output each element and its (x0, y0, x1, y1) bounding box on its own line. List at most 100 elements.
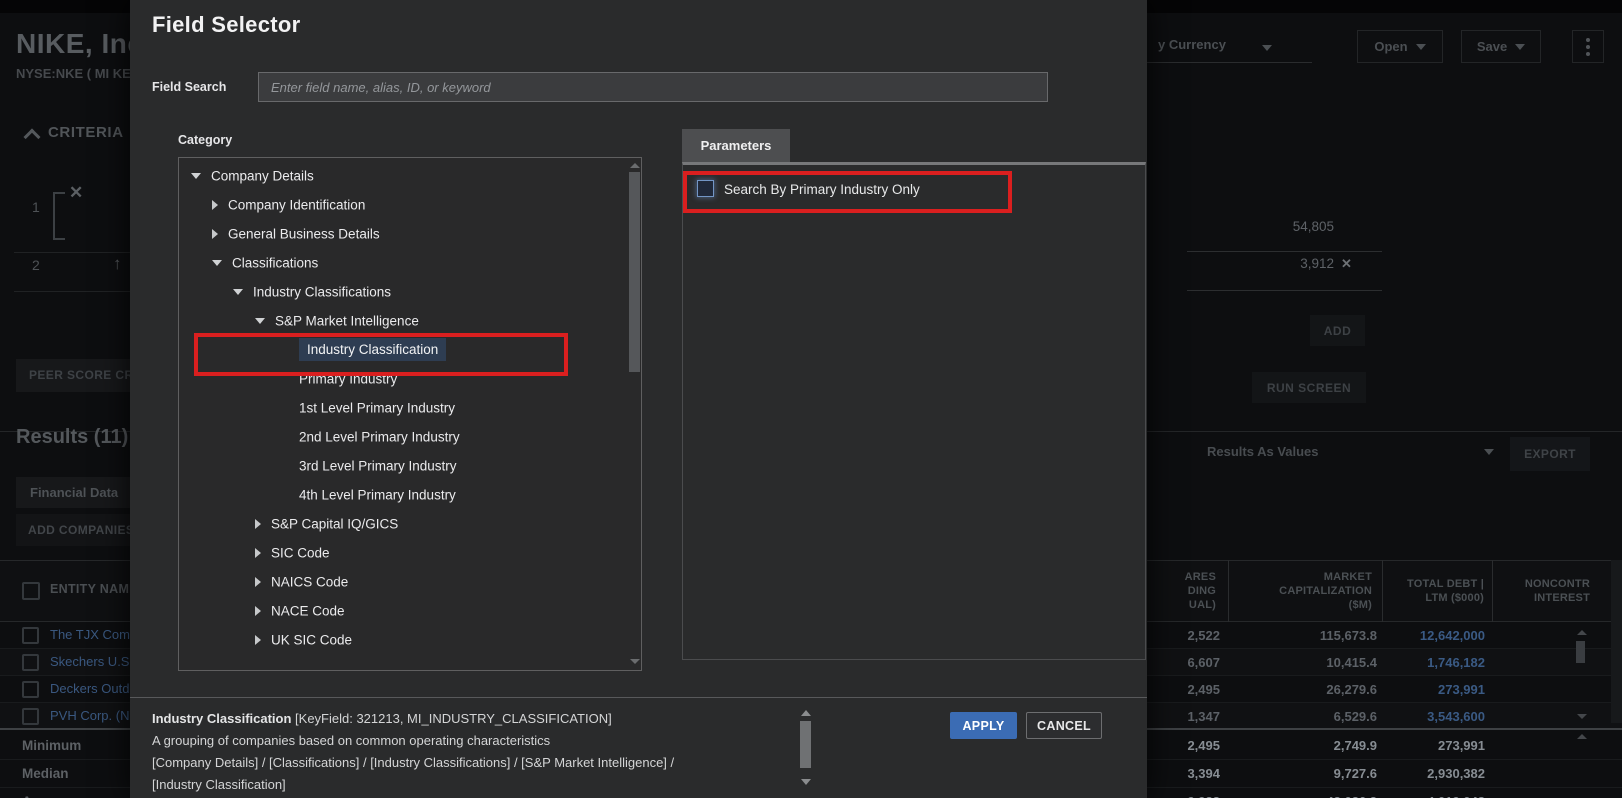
field-description-title-line: Industry Classification [KeyField: 32121… (152, 711, 612, 726)
criteria-row-number: 2 (32, 257, 40, 273)
column-divider (1382, 560, 1383, 622)
tree-item[interactable]: General Business Details (179, 219, 641, 248)
field-description-summary: A grouping of companies based on common … (152, 733, 551, 748)
cell-shares: 2,522 (1187, 628, 1220, 643)
scroll-up-icon[interactable] (801, 710, 811, 716)
tree-item[interactable]: Company Details (179, 161, 641, 190)
chevron-down-icon (212, 259, 222, 266)
tree-item[interactable]: 1st Level Primary Industry (179, 393, 641, 422)
chevron-down-icon[interactable] (1484, 449, 1494, 455)
entity-link[interactable]: The TJX Comp (50, 627, 130, 642)
tree-item[interactable]: 4th Level Primary Industry (179, 480, 641, 509)
tree-scrollbar-thumb[interactable] (629, 172, 640, 372)
tree-item[interactable]: Industry Classifications (179, 277, 641, 306)
market-capitalization-column-header[interactable]: MARKET CAPITALIZATION ($M) (1238, 570, 1372, 612)
row-checkbox[interactable] (22, 654, 39, 671)
divider (1187, 251, 1382, 252)
window-scrollbar[interactable] (1611, 560, 1622, 723)
tree-item[interactable]: UK SIC Code (179, 625, 641, 654)
chevron-down-icon (1515, 43, 1526, 50)
divider (1187, 290, 1382, 291)
description-scrollbar-thumb[interactable] (800, 721, 811, 768)
apply-button[interactable]: APPLY (950, 712, 1017, 739)
tree-item[interactable]: Classifications (179, 248, 641, 277)
cell-total-debt[interactable]: 12,642,000 (1360, 628, 1485, 643)
results-count-title: Results (11) (16, 426, 129, 448)
field-description-path: [Company Details] / [Classifications] / … (152, 755, 675, 770)
noncontrolling-interest-column-header[interactable]: NONCONTR INTEREST (1500, 577, 1590, 605)
scroll-up-icon[interactable] (1577, 630, 1587, 635)
add-button[interactable]: ADD (1310, 315, 1365, 346)
run-screen-button[interactable]: RUN SCREEN (1252, 372, 1366, 403)
summary-label: Median (22, 766, 69, 781)
tab-parameters[interactable]: Parameters (682, 129, 790, 162)
tree-item[interactable]: 3rd Level Primary Industry (179, 451, 641, 480)
cell-market-cap: 115,673.8 (1319, 628, 1377, 643)
row-checkbox[interactable] (22, 708, 39, 725)
currency-dropdown-underline (1120, 62, 1312, 63)
chevron-down-icon (255, 317, 265, 324)
tree-item[interactable]: 2nd Level Primary Industry (179, 422, 641, 451)
cell-total-debt[interactable]: 1,746,182 (1360, 655, 1485, 670)
field-description: Industry Classification [KeyField: 32121… (152, 708, 782, 796)
open-button[interactable]: Open (1357, 30, 1443, 63)
open-button-label: Open (1374, 39, 1408, 54)
summary-label: Average (22, 794, 75, 798)
tree-item[interactable]: NAICS Code (179, 567, 641, 596)
entity-link[interactable]: Deckers Outd (50, 681, 130, 696)
scroll-down-icon[interactable] (1577, 714, 1587, 719)
column-divider (1228, 560, 1229, 622)
cancel-button[interactable]: CANCEL (1026, 712, 1102, 739)
kebab-icon (1586, 37, 1590, 42)
scroll-up-icon[interactable] (1577, 734, 1587, 739)
dialog-title: Field Selector (152, 12, 301, 37)
save-button-label: Save (1476, 39, 1508, 54)
cell-shares: 6,607 (1187, 655, 1220, 670)
chevron-right-icon (255, 518, 261, 529)
cell-shares: 1,347 (1187, 709, 1220, 724)
chevron-right-icon (212, 228, 218, 239)
criteria-row-number: 1 (32, 199, 40, 215)
table-scrollbar-thumb[interactable] (1576, 641, 1585, 663)
move-up-icon[interactable]: ↑ (113, 254, 122, 274)
entity-link[interactable]: Skechers U.S. (50, 654, 130, 669)
summary-label: Minimum (22, 738, 82, 753)
cell-market-cap: 10,415.4 (1326, 655, 1377, 670)
results-view-mode-dropdown[interactable]: Results As Values (1207, 444, 1319, 459)
company-ticker: NYSE:NKE ( MI KE (16, 66, 131, 81)
total-debt-column-header[interactable]: TOTAL DEBT | LTM ($000) (1390, 577, 1484, 605)
tree-item[interactable]: Company Identification (179, 190, 641, 219)
export-button[interactable]: EXPORT (1510, 437, 1590, 471)
field-search-label: Field Search (152, 80, 227, 94)
row-checkbox[interactable] (22, 681, 39, 698)
parameters-panel: Search By Primary Industry Only (682, 162, 1146, 660)
row-checkbox[interactable] (22, 627, 39, 644)
close-icon[interactable]: ✕ (69, 183, 83, 203)
tree-item[interactable]: NACE Code (179, 596, 641, 625)
shares-outstanding-column-header[interactable]: ARES DING UAL) (1150, 570, 1216, 612)
chevron-down-icon[interactable] (1262, 45, 1272, 51)
remove-criteria-icon[interactable]: ✕ (1341, 256, 1352, 272)
criteria-section-header[interactable]: CRITERIA (48, 124, 124, 141)
chevron-down-icon (191, 172, 201, 179)
tree-item[interactable]: S&P Capital IQ/GICS (179, 509, 641, 538)
cell-total-debt[interactable]: 3,543,600 (1360, 709, 1485, 724)
field-search-input[interactable] (258, 72, 1048, 102)
tree-item[interactable]: SIC Code (179, 538, 641, 567)
cell-total-debt[interactable]: 273,991 (1360, 682, 1485, 697)
category-tree: Company Details Company Identification G… (178, 157, 642, 671)
column-divider (1492, 560, 1493, 622)
chevron-right-icon (255, 547, 261, 558)
tree-item[interactable]: S&P Market Intelligence (179, 306, 641, 335)
currency-dropdown-label[interactable]: y Currency (1158, 37, 1226, 52)
field-description-path: [Industry Classification] (152, 777, 286, 792)
scroll-up-icon[interactable] (630, 163, 640, 168)
save-button[interactable]: Save (1461, 30, 1541, 63)
chevron-up-icon[interactable] (23, 128, 41, 146)
more-options-button[interactable] (1572, 30, 1604, 63)
entity-name-column-header[interactable]: ENTITY NAME (50, 582, 138, 596)
scroll-down-icon[interactable] (630, 659, 640, 664)
scroll-down-icon[interactable] (801, 779, 811, 785)
select-all-checkbox[interactable] (22, 582, 40, 600)
entity-link[interactable]: PVH Corp. (NY (50, 708, 130, 723)
